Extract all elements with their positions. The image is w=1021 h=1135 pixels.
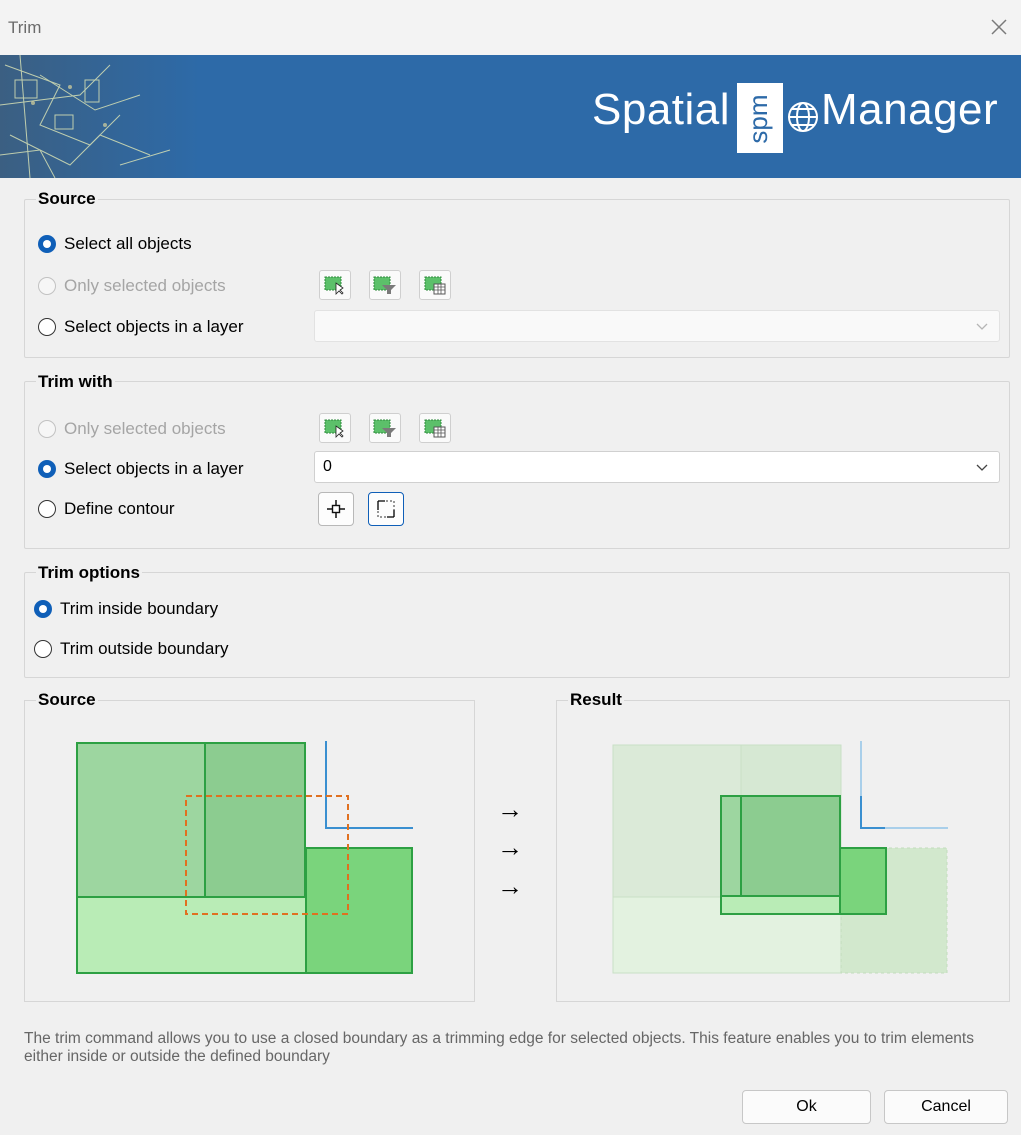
trim-with-layer-value: 0 [323,458,332,475]
radio-unchecked-icon [38,420,56,438]
source-option-layer[interactable]: Select objects in a layer [38,317,244,337]
transform-arrow: → [497,871,523,901]
globe-icon [788,102,818,132]
source-preview-drawing [76,741,413,974]
select-objects-filter-icon [373,276,396,294]
trim-option-inside[interactable]: Trim inside boundary [34,599,218,619]
source-option-only-selected[interactable]: Only selected objects [38,276,226,296]
radio-checked-icon [34,600,52,618]
source-group-title: Source [36,189,98,209]
chevron-down-icon [976,323,988,330]
trim-with-group-title: Trim with [36,372,115,392]
spm-logo: spm [737,83,783,153]
trim-options-group [24,572,1010,678]
crosshair-icon [327,500,345,518]
select-objects-table-icon [424,276,446,295]
trim-with-option-layer[interactable]: Select objects in a layer [38,459,244,479]
radio-checked-icon [38,235,56,253]
radio-unchecked-icon [38,277,56,295]
pick-rectangle-button[interactable] [368,492,404,526]
brand-text-manager: Manager [821,85,999,134]
trim-with-option-label: Only selected objects [64,419,226,438]
source-select-filter-button[interactable] [369,270,401,300]
source-option-select-all[interactable]: Select all objects [38,234,192,254]
result-preview-drawing [612,741,948,974]
close-icon [991,19,1007,35]
title-bar [0,0,1021,55]
brand-banner: Spatial spm Manager [0,55,1021,178]
source-option-label: Select all objects [64,234,192,253]
trim-options-group-title: Trim options [36,563,142,583]
source-select-pick-button[interactable] [319,270,351,300]
source-layer-dropdown[interactable] [314,310,1000,342]
trim-with-option-only-selected[interactable]: Only selected objects [38,419,226,439]
trim-with-option-label: Select objects in a layer [64,459,244,478]
trim-with-select-pick-button[interactable] [319,413,351,443]
radio-unchecked-icon [38,318,56,336]
transform-arrow: → [497,832,523,862]
radio-unchecked-icon [34,640,52,658]
ok-button[interactable]: Ok [742,1090,871,1124]
trim-with-option-label: Define contour [64,499,175,518]
window-title: Trim [8,18,42,37]
pick-point-button[interactable] [318,492,354,526]
svg-text:spm: spm [743,94,773,143]
rectangle-contour-icon [377,500,395,518]
source-option-label: Only selected objects [64,276,226,295]
close-button[interactable] [982,10,1016,44]
select-objects-pick-icon [324,419,344,438]
radio-checked-icon [38,460,56,478]
trim-option-outside[interactable]: Trim outside boundary [34,639,229,659]
trim-with-layer-dropdown[interactable]: 0 [314,451,1000,483]
trim-with-option-contour[interactable]: Define contour [38,499,175,519]
source-select-table-button[interactable] [419,270,451,300]
trim-with-select-filter-button[interactable] [369,413,401,443]
trim-option-label: Trim outside boundary [60,639,229,658]
description-text: The trim command allows you to use a clo… [24,1030,974,1065]
radio-unchecked-icon [38,500,56,518]
select-objects-pick-icon [324,276,344,295]
select-objects-filter-icon [373,419,396,437]
transform-arrow: → [497,794,523,824]
source-option-label: Select objects in a layer [64,317,244,336]
trim-option-label: Trim inside boundary [60,599,219,618]
chevron-down-icon [976,464,988,471]
banner-map-image [0,55,200,178]
cancel-button[interactable]: Cancel [884,1090,1008,1124]
brand-text-spatial: Spatial [592,85,731,134]
select-objects-table-icon [424,419,446,438]
trim-with-select-table-button[interactable] [419,413,451,443]
